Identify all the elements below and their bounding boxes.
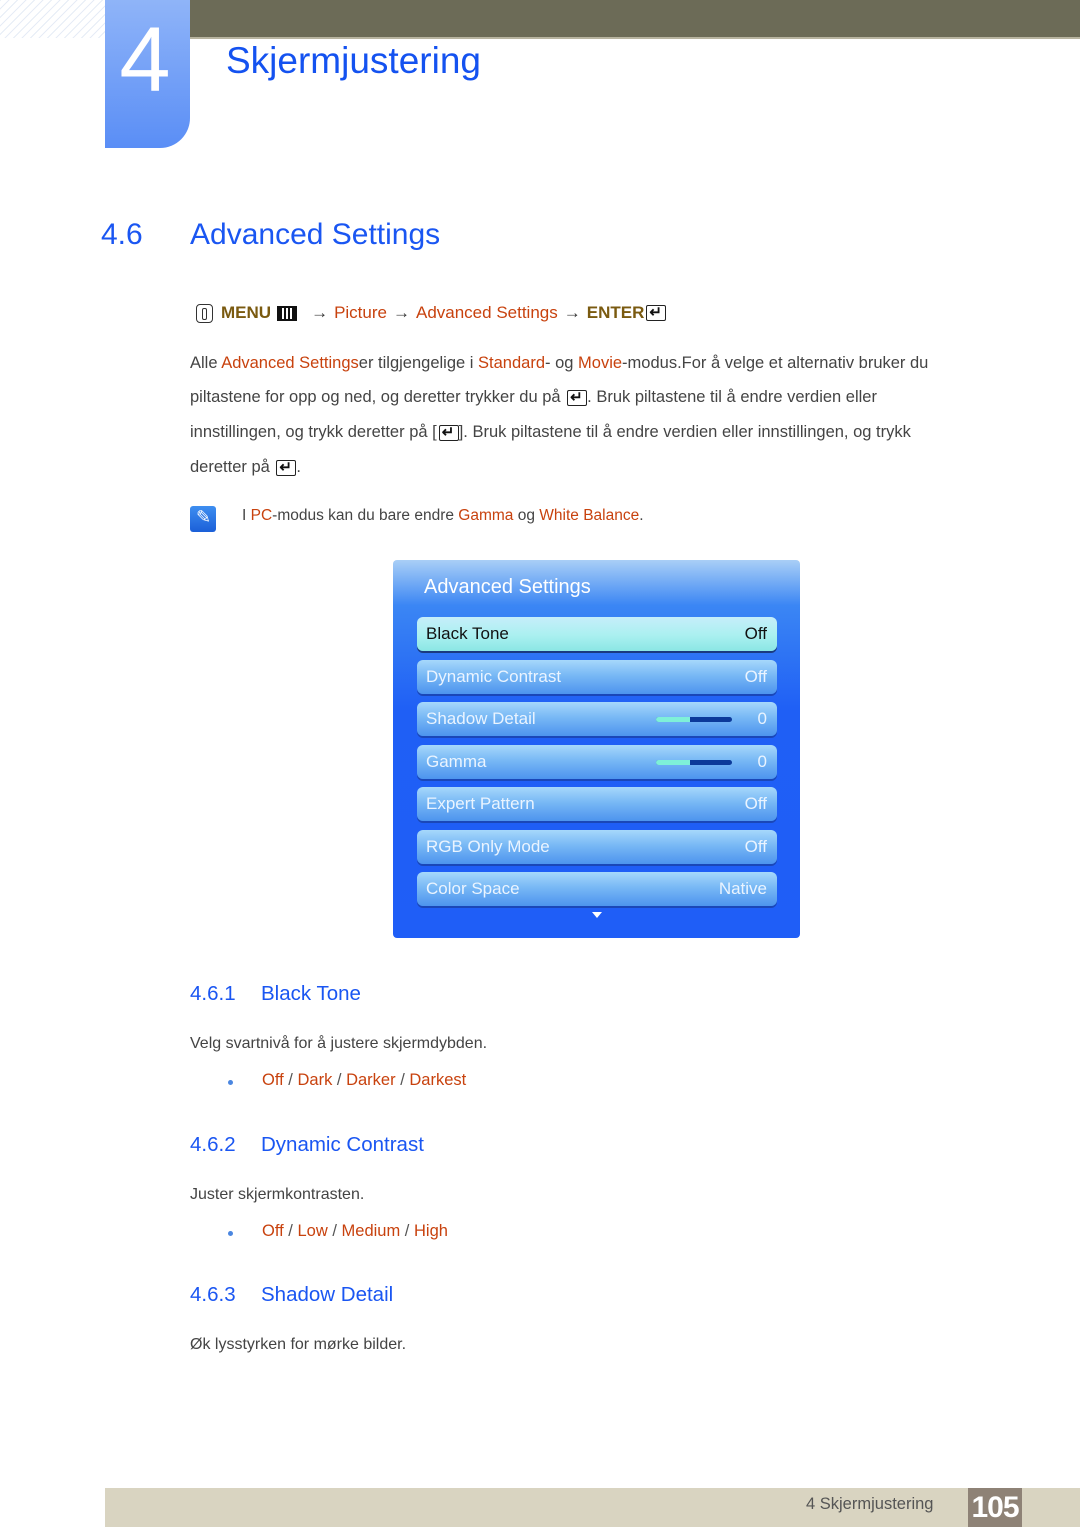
slider-fill — [655, 716, 690, 722]
text: . Bruk piltastene til å endre verdien el… — [587, 388, 877, 406]
intro-line-4: deretter på . — [190, 458, 301, 477]
enter-icon — [567, 388, 588, 406]
text: og — [513, 507, 540, 524]
highlight-advanced-settings: Advanced Settings — [221, 354, 359, 372]
text: . — [296, 458, 301, 476]
text: I — [242, 507, 251, 524]
subsection-number: 4.6.2 — [190, 1133, 236, 1156]
arrow-icon: → — [392, 303, 410, 322]
osd-item-value: 0 — [757, 709, 767, 728]
option: Off — [262, 1071, 284, 1089]
menu-path-menu: MENU — [221, 303, 272, 322]
option: Dark — [297, 1071, 333, 1089]
osd-item-black-tone[interactable]: Black Tone Off — [417, 617, 777, 651]
osd-item-value: Off — [744, 624, 767, 643]
bullet-icon — [228, 1231, 233, 1236]
section-title: Advanced Settings — [190, 218, 441, 251]
subsection-number: 4.6.1 — [190, 982, 236, 1005]
osd-item-gamma[interactable]: Gamma 0 — [417, 745, 777, 779]
osd-item-expert-pattern[interactable]: Expert Pattern Off — [417, 787, 777, 821]
slider-fill — [655, 759, 690, 765]
text: piltastene for opp og ned, og deretter t… — [190, 388, 566, 406]
note-pencil-icon — [190, 506, 216, 532]
section-number: 4.6 — [101, 218, 143, 251]
osd-item-label: Black Tone — [426, 624, 509, 643]
subsection-title: Shadow Detail — [261, 1283, 394, 1306]
text: innstillingen, og trykk deretter på [ — [190, 423, 437, 441]
highlight-movie: Movie — [578, 354, 623, 372]
shadow-detail-slider[interactable] — [655, 716, 732, 722]
dynamic-contrast-options: Off / Low / Medium / High — [262, 1222, 448, 1240]
text: - og — [545, 354, 579, 372]
subsection-description: Velg svartnivå for å justere skjermdybde… — [190, 1035, 488, 1052]
osd-title: Advanced Settings — [424, 576, 591, 598]
osd-item-shadow-detail[interactable]: Shadow Detail 0 — [417, 702, 777, 736]
header-bar — [190, 0, 1080, 39]
arrow-icon: → — [563, 303, 581, 322]
osd-item-label: Color Space — [426, 879, 520, 898]
option: Low — [297, 1222, 328, 1240]
osd-item-value: Native — [718, 879, 767, 898]
page-number: 105 — [968, 1488, 1022, 1527]
footer-chapter-label: 4 Skjermjustering — [806, 1495, 934, 1513]
text: Alle — [190, 354, 222, 372]
menu-icon — [277, 305, 298, 321]
option: Off — [262, 1222, 284, 1240]
menu-path: MENU → Picture → Advanced Settings → ENT… — [196, 303, 667, 323]
text: . — [639, 507, 644, 524]
osd-item-label: Shadow Detail — [426, 709, 536, 728]
text: ]. Bruk piltastene til å endre verdien e… — [458, 423, 911, 441]
intro-line-2: piltastene for opp og ned, og deretter t… — [190, 388, 877, 407]
option: High — [413, 1222, 448, 1240]
highlight-pc: PC — [250, 507, 273, 524]
note-text: I PC-modus kan du bare endre Gamma og Wh… — [242, 507, 644, 525]
menu-path-advanced-settings: Advanced Settings — [415, 303, 558, 322]
subsection-title: Dynamic Contrast — [261, 1133, 424, 1156]
text: deretter på — [190, 458, 275, 476]
highlight-white-balance: White Balance — [539, 507, 640, 524]
enter-icon — [276, 458, 297, 476]
arrow-icon: → — [311, 303, 329, 322]
chapter-number: 4 — [119, 9, 171, 111]
chevron-down-icon[interactable] — [592, 912, 602, 918]
osd-item-value: 0 — [757, 752, 767, 771]
black-tone-options: Off / Dark / Darker / Darkest — [262, 1071, 467, 1089]
osd-item-color-space[interactable]: Color Space Native — [417, 872, 777, 906]
text: er tilgjengelige i — [358, 354, 479, 372]
chapter-title: Skjermjustering — [226, 40, 481, 81]
osd-item-rgb-only-mode[interactable]: RGB Only Mode Off — [417, 830, 777, 864]
text: -modus kan du bare endre — [272, 507, 459, 524]
enter-icon — [438, 423, 459, 441]
menu-path-picture: Picture — [334, 303, 387, 322]
osd-item-value: Off — [744, 667, 767, 686]
menu-path-enter: ENTER — [586, 303, 645, 322]
option: Medium — [341, 1222, 401, 1240]
osd-item-label: RGB Only Mode — [426, 837, 550, 856]
subsection-description: Øk lysstyrken for mørke bilder. — [190, 1336, 407, 1353]
osd-item-value: Off — [744, 837, 767, 856]
osd-item-label: Dynamic Contrast — [426, 667, 562, 686]
enter-icon — [646, 303, 667, 321]
bullet-icon — [228, 1080, 233, 1085]
subsection-description: Juster skjermkontrasten. — [190, 1186, 365, 1203]
intro-line-3: innstillingen, og trykk deretter på [ ]. … — [190, 423, 911, 442]
osd-item-label: Expert Pattern — [426, 794, 535, 813]
gamma-slider[interactable] — [655, 759, 732, 765]
highlight-gamma: Gamma — [458, 507, 514, 524]
subsection-title: Black Tone — [261, 982, 361, 1005]
intro-line-1: Alle Advanced Settingser tilgjengelige i… — [190, 354, 928, 373]
osd-item-dynamic-contrast[interactable]: Dynamic Contrast Off — [417, 660, 777, 694]
option: Darker — [346, 1071, 396, 1089]
header-hatch-decoration — [0, 0, 105, 38]
hand-remote-icon — [196, 303, 213, 323]
osd-item-value: Off — [744, 794, 767, 813]
option: Darkest — [409, 1071, 467, 1089]
osd-item-label: Gamma — [426, 752, 487, 771]
subsection-number: 4.6.3 — [190, 1283, 236, 1306]
text: -modus.For å velge et alternativ bruker … — [622, 354, 929, 372]
footer-bar — [105, 1488, 1080, 1527]
highlight-standard: Standard — [478, 354, 545, 372]
